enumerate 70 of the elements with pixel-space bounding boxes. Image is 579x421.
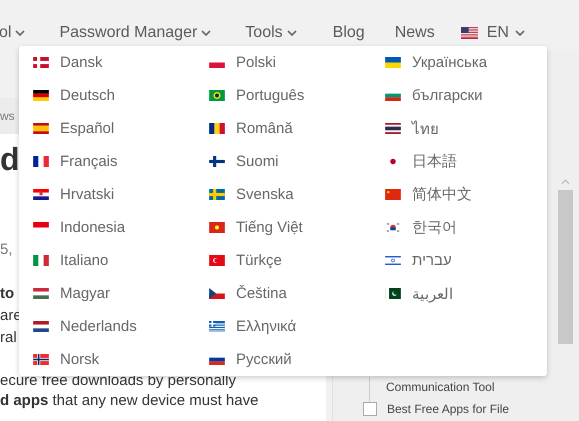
language-option[interactable]: Ελληνικά <box>195 310 371 343</box>
flag-icon <box>33 321 49 332</box>
language-option[interactable]: 日本語 <box>371 145 547 178</box>
language-option[interactable]: Română <box>195 112 371 145</box>
flag-icon <box>385 123 401 134</box>
flag-icon <box>209 288 225 299</box>
article-text: ral <box>0 328 17 348</box>
language-option[interactable]: Türkçe <box>195 244 371 277</box>
language-option[interactable]: Polski <box>195 46 371 79</box>
flag-icon <box>209 189 225 200</box>
flag-icon <box>209 90 225 101</box>
breadcrumb-link[interactable]: ws <box>0 109 15 123</box>
language-button[interactable]: EN <box>460 24 525 42</box>
language-option[interactable]: Deutsch <box>19 79 195 112</box>
flag-icon <box>209 222 225 233</box>
sidebar-link[interactable]: Best Free Apps for File <box>387 402 510 416</box>
language-option[interactable]: Dansk <box>19 46 195 79</box>
language-option[interactable]: Norsk <box>19 343 195 376</box>
language-option[interactable]: Português <box>195 79 371 112</box>
flag-icon <box>385 222 401 233</box>
checkbox[interactable] <box>363 402 377 416</box>
language-option[interactable]: Русский <box>195 343 371 376</box>
language-option[interactable]: 한국어 <box>371 211 547 244</box>
language-option[interactable]: العربية <box>371 277 547 310</box>
flag-icon <box>33 123 49 134</box>
flag-icon <box>385 57 401 68</box>
scroll-thumb[interactable] <box>558 190 573 344</box>
language-option[interactable]: Nederlands <box>19 310 195 343</box>
chevron-icon <box>514 30 525 36</box>
flag-icon <box>33 288 49 299</box>
language-option[interactable]: ไทย <box>371 112 547 145</box>
language-option[interactable]: Italiano <box>19 244 195 277</box>
flag-icon <box>209 255 225 266</box>
article-text: d apps that any new device must have <box>0 391 258 411</box>
article-text: to <box>0 284 14 304</box>
flag-icon <box>33 57 49 68</box>
language-option[interactable]: Suomi <box>195 145 371 178</box>
flag-icon <box>209 321 225 332</box>
language-option[interactable]: Čeština <box>195 277 371 310</box>
nav-link[interactable]: Password Manager <box>59 24 212 42</box>
language-option[interactable]: Svenska <box>195 178 371 211</box>
article-date: 5, <box>0 241 13 258</box>
flag-icon <box>209 123 225 134</box>
language-option[interactable]: Tiếng Việt <box>195 211 371 244</box>
language-option[interactable]: Hrvatski <box>19 178 195 211</box>
flag-icon <box>209 156 225 167</box>
language-option[interactable]: български <box>371 79 547 112</box>
article-title: d <box>0 140 20 179</box>
language-option[interactable]: 简体中文 <box>371 178 547 211</box>
flag-icon <box>385 189 401 200</box>
flag-icon <box>33 354 49 365</box>
language-option[interactable]: Українська <box>371 46 547 79</box>
language-option[interactable]: Indonesia <box>19 211 195 244</box>
flag-icon <box>385 255 401 266</box>
nav-link[interactable]: ol <box>0 24 26 42</box>
nav-link[interactable]: News <box>394 24 435 42</box>
sidebar-link[interactable]: Communication Tool <box>386 380 494 394</box>
nav-link[interactable]: Blog <box>332 24 365 42</box>
flag-icon <box>385 288 401 299</box>
language-option[interactable]: Español <box>19 112 195 145</box>
language-option[interactable]: Français <box>19 145 195 178</box>
flag-icon <box>33 156 49 167</box>
flag-icon <box>33 90 49 101</box>
language-option[interactable]: עברית <box>371 244 547 277</box>
scroll-up-icon[interactable] <box>561 179 570 185</box>
flag-icon <box>33 189 49 200</box>
nav-link[interactable]: Tools <box>245 24 297 42</box>
flag-icon <box>460 27 478 39</box>
flag-icon <box>33 255 49 266</box>
language-option[interactable]: Magyar <box>19 277 195 310</box>
